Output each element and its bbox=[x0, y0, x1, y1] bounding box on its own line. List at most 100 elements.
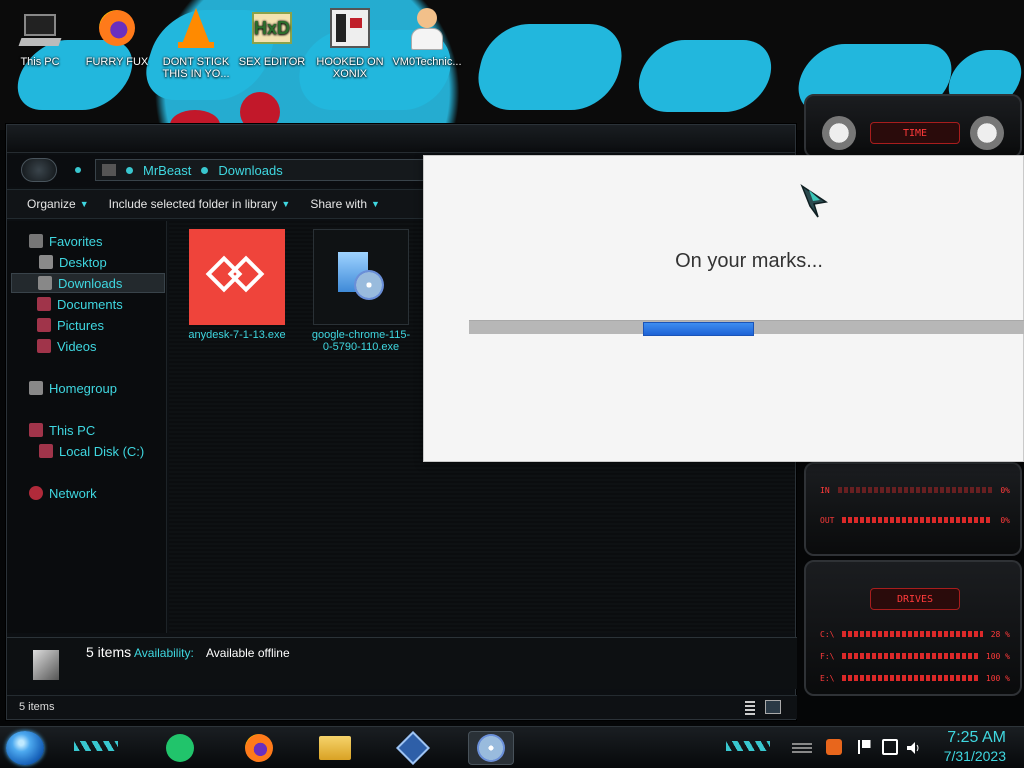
alien-icon bbox=[970, 116, 1004, 150]
nav-label: Downloads bbox=[58, 275, 123, 291]
installer-icon bbox=[313, 229, 409, 325]
drive-row: F:\ 100 % bbox=[820, 648, 1010, 664]
network-tray-icon[interactable] bbox=[882, 739, 898, 755]
chevron-down-icon: ▼ bbox=[371, 199, 380, 209]
net-in-graph bbox=[837, 487, 993, 493]
taskbar: 7:25 AM 7/31/2023 bbox=[0, 726, 1024, 768]
desktop-icon-label: DONT STICK THIS IN YO... bbox=[162, 56, 230, 80]
clock-time: 7:25 AM bbox=[947, 729, 1006, 746]
taskbar-app-virtualbox[interactable] bbox=[390, 731, 436, 765]
document-icon bbox=[37, 297, 51, 311]
nav-item-local-disk[interactable]: Local Disk (C:) bbox=[39, 441, 144, 461]
recent-pages-icon[interactable] bbox=[75, 167, 81, 173]
drive-value: 28 % bbox=[990, 629, 1010, 639]
details-view-icon[interactable] bbox=[745, 701, 755, 715]
progress-bar-fill bbox=[643, 322, 754, 336]
nav-item-network[interactable]: Network bbox=[29, 483, 97, 503]
folder-icon bbox=[319, 736, 351, 760]
taskbar-app-firefox[interactable] bbox=[236, 731, 282, 765]
include-label: Include selected folder in library bbox=[108, 197, 278, 211]
organize-button[interactable]: Organize ▼ bbox=[7, 197, 99, 211]
share-with-button[interactable]: Share with ▼ bbox=[300, 197, 390, 211]
desktop-icon-xonix[interactable]: HOOKED ON XONIX bbox=[310, 6, 390, 80]
nav-item-downloads[interactable]: Downloads bbox=[11, 273, 165, 293]
start-button[interactable] bbox=[6, 731, 44, 765]
breadcrumb-downloads[interactable]: Downloads bbox=[218, 163, 282, 178]
file-item[interactable]: anydesk-7-1-13.exe bbox=[187, 229, 287, 341]
taskbar-app-notes[interactable] bbox=[157, 731, 203, 765]
video-icon bbox=[37, 339, 51, 353]
vlc-icon bbox=[174, 6, 218, 50]
address-bar[interactable]: MrBeast Downloads bbox=[95, 159, 435, 181]
status-bar: 5 items bbox=[7, 695, 797, 719]
action-center-flag-icon[interactable] bbox=[858, 740, 872, 754]
installer-message: On your marks... bbox=[675, 250, 823, 272]
net-out-row: OUT 0% bbox=[820, 512, 1010, 528]
back-forward-icon[interactable] bbox=[21, 158, 57, 182]
desktop-icon-label: SEX EDITOR bbox=[238, 56, 306, 68]
computer-icon bbox=[18, 6, 62, 50]
system-clock[interactable]: 7:25 AM 7/31/2023 bbox=[944, 729, 1006, 765]
breadcrumb-mrbeast[interactable]: MrBeast bbox=[143, 163, 191, 178]
explorer-titlebar[interactable] bbox=[7, 125, 795, 153]
tray-overflow-icon[interactable] bbox=[792, 743, 812, 753]
drives-gadget-title: DRIVES bbox=[870, 588, 960, 610]
drive-usage-bar bbox=[842, 631, 983, 637]
firefox-icon bbox=[245, 734, 273, 762]
availability-value: Available offline bbox=[206, 646, 290, 660]
network-gadget[interactable]: IN 0% OUT 0% bbox=[804, 462, 1022, 556]
drive-label: E:\ bbox=[820, 673, 835, 683]
installer-icon bbox=[477, 734, 505, 762]
net-in-label: IN bbox=[820, 485, 830, 495]
drive-label: F:\ bbox=[820, 651, 835, 661]
installer-dialog[interactable]: On your marks... bbox=[423, 155, 1024, 462]
drives-gadget[interactable]: DRIVES C:\ 28 % F:\ 100 % E:\ 100 % bbox=[804, 560, 1022, 696]
drive-value: 100 % bbox=[985, 651, 1010, 661]
include-in-library-button[interactable]: Include selected folder in library ▼ bbox=[99, 197, 301, 211]
availability-label: Availability: bbox=[134, 646, 194, 660]
nav-item-homegroup[interactable]: Homegroup bbox=[29, 378, 117, 398]
status-item-count: 5 items bbox=[19, 701, 55, 713]
chevron-down-icon: ▼ bbox=[281, 199, 291, 209]
homegroup-icon bbox=[29, 381, 43, 395]
net-in-value: 0% bbox=[1000, 485, 1010, 495]
nav-item-documents[interactable]: Documents bbox=[37, 294, 123, 314]
taskbar-app-explorer[interactable] bbox=[312, 731, 358, 765]
desktop-icon-label: HOOKED ON XONIX bbox=[316, 56, 384, 80]
notes-app-icon bbox=[166, 734, 194, 762]
navigation-pane: Favorites Desktop Downloads Documents Pi… bbox=[7, 221, 167, 633]
nav-label: Videos bbox=[57, 338, 97, 354]
nav-item-videos[interactable]: Videos bbox=[37, 336, 97, 356]
net-in-row: IN 0% bbox=[820, 482, 1010, 498]
organize-label: Organize bbox=[27, 197, 76, 211]
net-out-graph bbox=[842, 517, 993, 523]
taskbar-app-installer[interactable] bbox=[468, 731, 514, 765]
drive-usage-bar bbox=[842, 675, 978, 681]
tray-app-icon[interactable] bbox=[826, 739, 842, 755]
nav-item-desktop[interactable]: Desktop bbox=[39, 252, 107, 272]
nav-item-favorites[interactable]: Favorites bbox=[29, 231, 102, 251]
desktop-icon-this-pc[interactable]: This PC bbox=[0, 6, 80, 68]
net-out-label: OUT bbox=[820, 515, 835, 525]
volume-icon[interactable] bbox=[906, 740, 920, 754]
file-item[interactable]: google-chrome-115-0-5790-110.exe bbox=[311, 229, 411, 353]
nav-label: Homegroup bbox=[49, 380, 117, 396]
large-icons-view-icon[interactable] bbox=[765, 700, 781, 714]
nav-item-pictures[interactable]: Pictures bbox=[37, 315, 104, 335]
desktop-icon-label: VM0Technic... bbox=[392, 56, 462, 68]
file-name: anydesk-7-1-13.exe bbox=[188, 329, 286, 341]
net-out-value: 0% bbox=[1000, 515, 1010, 525]
nav-label: Local Disk (C:) bbox=[59, 443, 145, 459]
time-gadget[interactable]: TIME bbox=[804, 94, 1022, 158]
drive-icon bbox=[39, 444, 53, 458]
desktop-icon-vlc[interactable]: DONT STICK THIS IN YO... bbox=[156, 6, 236, 80]
desktop-icon-hxd[interactable]: HxD SEX EDITOR bbox=[232, 6, 312, 68]
desktop-icon-firefox[interactable]: FURRY FUX bbox=[77, 6, 157, 68]
share-label: Share with bbox=[310, 197, 368, 211]
doctor-icon bbox=[405, 6, 449, 50]
firefox-icon bbox=[95, 6, 139, 50]
nav-item-this-pc[interactable]: This PC bbox=[29, 420, 95, 440]
desktop-icon-vm0[interactable]: VM0Technic... bbox=[387, 6, 467, 68]
nav-label: Desktop bbox=[59, 254, 107, 270]
virtualbox-icon bbox=[396, 731, 430, 765]
